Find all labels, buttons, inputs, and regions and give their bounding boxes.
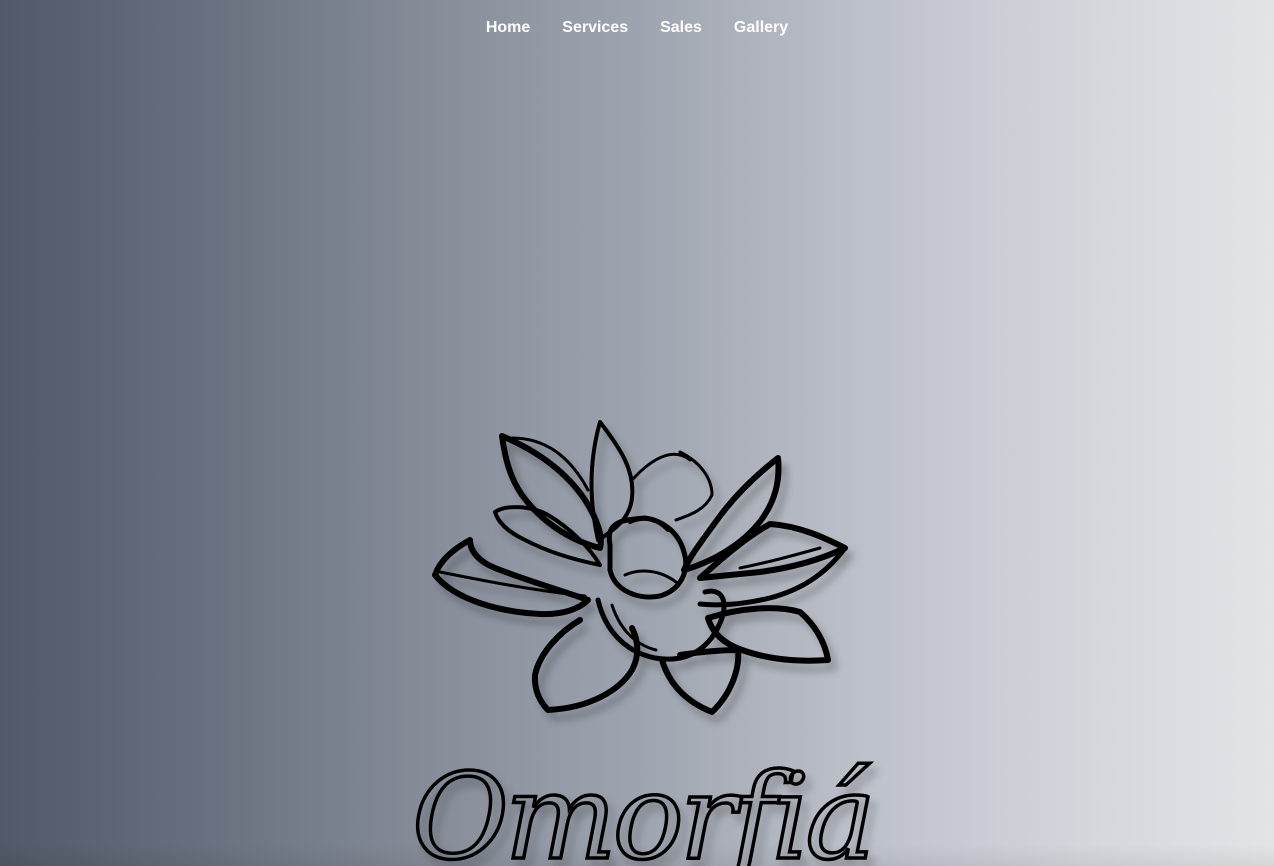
- lotus-flower-icon: [432, 420, 848, 715]
- nav-link-home[interactable]: Home: [486, 18, 530, 38]
- brand-logo: Omorfiá: [0, 0, 1274, 866]
- nav-link-services[interactable]: Services: [562, 18, 628, 38]
- main-navigation: Home Services Sales Gallery: [0, 18, 1274, 38]
- nav-link-gallery[interactable]: Gallery: [734, 18, 788, 38]
- nav-link-sales[interactable]: Sales: [660, 18, 702, 38]
- bottom-shade: [0, 844, 1274, 866]
